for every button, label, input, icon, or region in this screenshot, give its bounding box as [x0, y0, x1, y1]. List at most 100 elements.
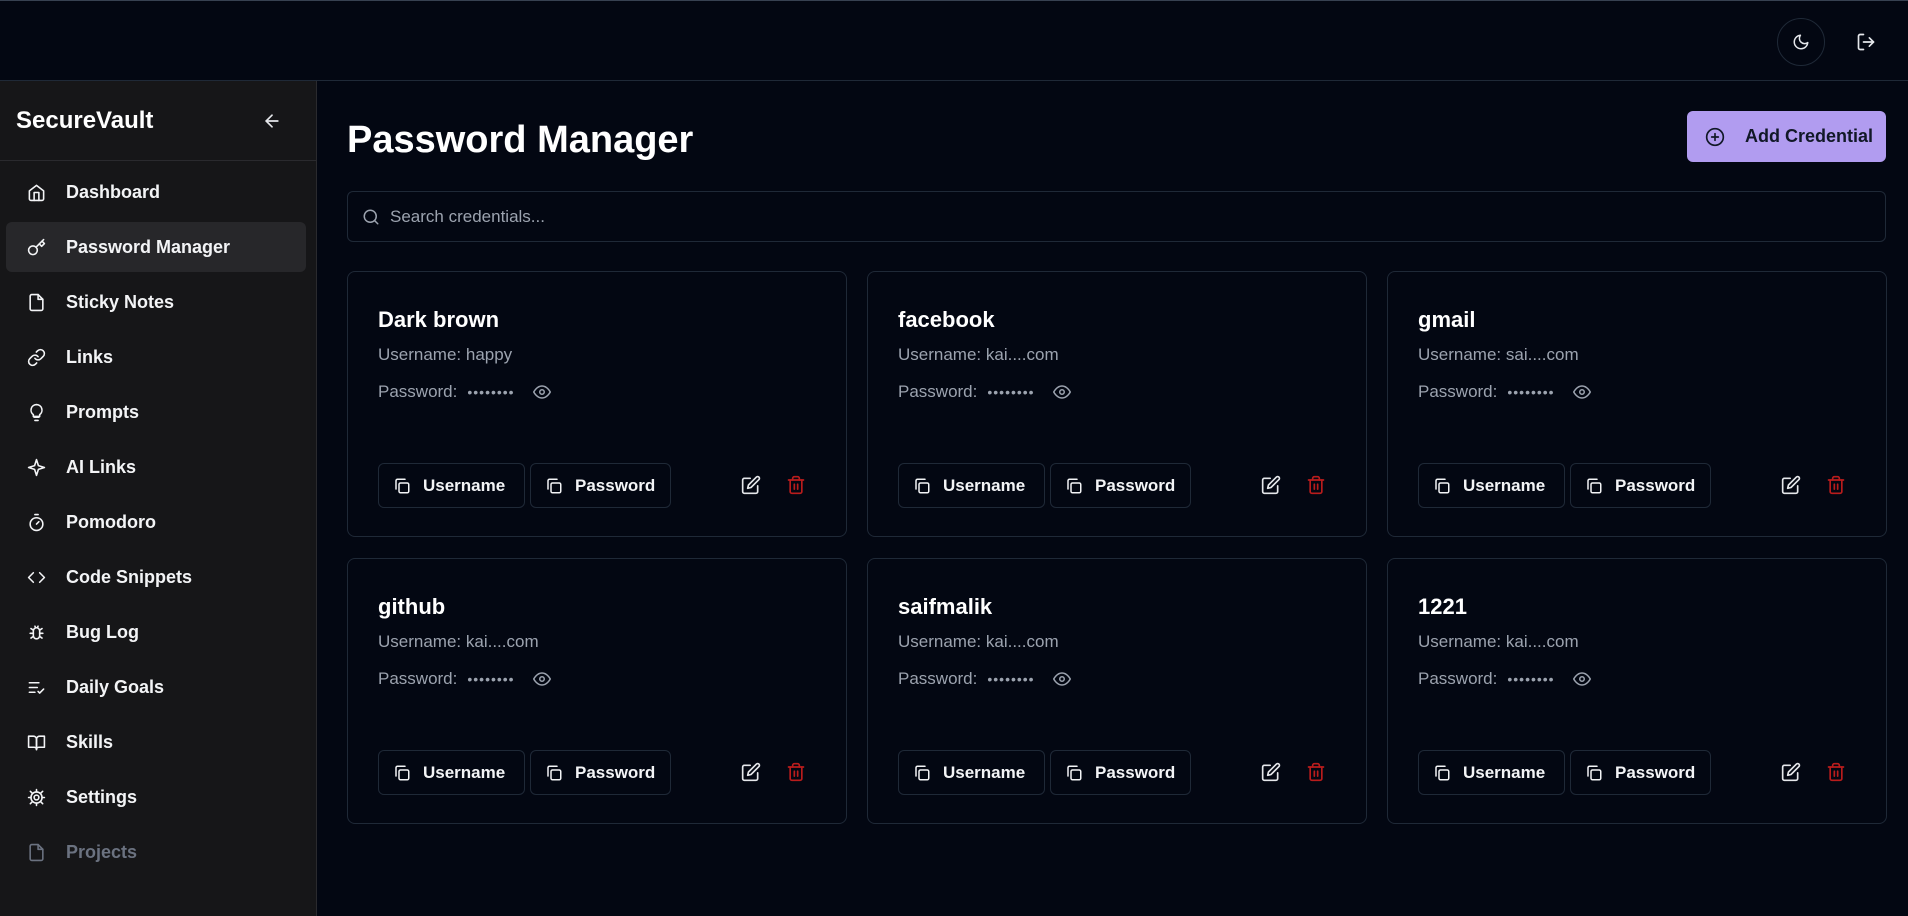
sidebar-item-pomodoro[interactable]: Pomodoro: [6, 497, 306, 547]
copy-buttons: Username Password: [1418, 463, 1716, 508]
credential-title: 1221: [1418, 594, 1467, 619]
copy-password-button[interactable]: Password: [530, 463, 671, 508]
sidebar-item-code-snippets[interactable]: Code Snippets: [6, 552, 306, 602]
sparkle-icon: [26, 457, 46, 477]
add-credential-button[interactable]: Add Credential: [1687, 111, 1886, 162]
sidebar-item-label: Password Manager: [66, 236, 231, 257]
credential-password-row: Password: ••••••••: [378, 669, 551, 689]
trash-icon[interactable]: [1826, 475, 1848, 497]
eye-icon[interactable]: [532, 383, 551, 401]
sidebar-item-sticky-notes[interactable]: Sticky Notes: [6, 277, 306, 327]
bug-icon: [26, 622, 46, 642]
sidebar-item-label: Bug Log: [66, 621, 139, 642]
sidebar-item-password-manager[interactable]: Password Manager: [6, 222, 306, 272]
theme-toggle-button[interactable]: [1777, 18, 1825, 66]
code-icon: [26, 567, 46, 587]
copy-icon: [913, 764, 931, 782]
sidebar-item-label: Links: [66, 346, 114, 367]
edit-icon[interactable]: [741, 762, 763, 784]
trash-icon[interactable]: [1306, 475, 1328, 497]
copy-icon: [1585, 477, 1603, 495]
copy-password-button[interactable]: Password: [1050, 750, 1191, 795]
copy-password-label: Password: [575, 762, 656, 782]
trash-icon[interactable]: [1306, 762, 1328, 784]
sidebar-item-label: Skills: [66, 731, 114, 752]
copy-password-label: Password: [1615, 762, 1696, 782]
copy-icon: [1065, 477, 1083, 495]
add-credential-label: Add Credential: [1745, 126, 1874, 146]
home-icon: [26, 182, 46, 202]
sidebar-item-links[interactable]: Links: [6, 332, 306, 382]
eye-icon[interactable]: [1052, 383, 1071, 401]
sidebar-item-daily-goals[interactable]: Daily Goals: [6, 662, 306, 712]
search-icon: [362, 208, 380, 226]
page-title: Password Manager: [347, 119, 694, 161]
sidebar-item-prompts[interactable]: Prompts: [6, 387, 306, 437]
copy-icon: [545, 764, 563, 782]
copy-username-label: Username: [1463, 475, 1546, 495]
copy-password-button[interactable]: Password: [1050, 463, 1191, 508]
sidebar-item-ai-links[interactable]: AI Links: [6, 442, 306, 492]
edit-icon[interactable]: [1261, 762, 1283, 784]
copy-username-button[interactable]: Username: [898, 750, 1045, 795]
sidebar-item-bug-log[interactable]: Bug Log: [6, 607, 306, 657]
credential-username: Username: sai....com: [1418, 345, 1579, 364]
logout-icon: [1856, 32, 1876, 52]
edit-icon[interactable]: [1781, 475, 1803, 497]
copy-icon: [1585, 764, 1603, 782]
credential-card: saifmalik Username: kai....com Password:…: [867, 558, 1367, 824]
brand-title: SecureVault: [16, 106, 154, 134]
copy-password-button[interactable]: Password: [1570, 463, 1711, 508]
credential-username: Username: happy: [378, 345, 513, 364]
sidebar-item-projects[interactable]: Projects: [6, 827, 306, 877]
logout-button[interactable]: [1849, 25, 1883, 59]
key-icon: [26, 237, 46, 257]
book-icon: [26, 732, 46, 752]
copy-username-button[interactable]: Username: [378, 750, 525, 795]
lightbulb-icon: [26, 402, 46, 422]
copy-password-button[interactable]: Password: [530, 750, 671, 795]
edit-icon[interactable]: [1261, 475, 1283, 497]
copy-username-button[interactable]: Username: [378, 463, 525, 508]
copy-buttons: Username Password: [1418, 750, 1716, 795]
sidebar-item-dashboard[interactable]: Dashboard: [6, 167, 306, 217]
copy-username-button[interactable]: Username: [898, 463, 1045, 508]
credential-password-row: Password: ••••••••: [378, 382, 551, 402]
credential-title: facebook: [898, 307, 995, 332]
password-mask: ••••••••: [467, 671, 515, 687]
copy-username-button[interactable]: Username: [1418, 463, 1565, 508]
search-input[interactable]: [390, 206, 1870, 227]
eye-icon[interactable]: [1052, 670, 1071, 688]
trash-icon[interactable]: [786, 762, 808, 784]
sidebar-item-skills[interactable]: Skills: [6, 717, 306, 767]
sidebar-item-label: Pomodoro: [66, 511, 156, 532]
copy-password-label: Password: [1095, 475, 1176, 495]
credential-password-row: Password: ••••••••: [898, 382, 1071, 402]
eye-icon[interactable]: [532, 670, 551, 688]
sidebar-item-label: Sticky Notes: [66, 291, 175, 312]
copy-icon: [1433, 764, 1451, 782]
copy-username-button[interactable]: Username: [1418, 750, 1565, 795]
credentials-grid: Dark brown Username: happy Password: •••…: [347, 271, 1887, 824]
collapse-sidebar-button[interactable]: [262, 111, 282, 131]
eye-icon[interactable]: [1572, 670, 1591, 688]
eye-icon[interactable]: [1572, 383, 1591, 401]
trash-icon[interactable]: [786, 475, 808, 497]
credential-card: 1221 Username: kai....com Password: ••••…: [1387, 558, 1887, 824]
edit-icon[interactable]: [1781, 762, 1803, 784]
gear-icon: [26, 787, 46, 807]
edit-icon[interactable]: [741, 475, 763, 497]
password-label: Password:: [898, 382, 978, 401]
main-content: Password Manager Add Credential Dark bro…: [318, 81, 1908, 916]
copy-icon: [913, 477, 931, 495]
credential-username: Username: kai....com: [898, 345, 1059, 364]
sidebar-item-settings[interactable]: Settings: [6, 772, 306, 822]
trash-icon[interactable]: [1826, 762, 1848, 784]
credential-username: Username: kai....com: [898, 632, 1059, 651]
copy-buttons: Username Password: [378, 750, 676, 795]
sidebar-item-label: Daily Goals: [66, 676, 165, 697]
copy-password-button[interactable]: Password: [1570, 750, 1711, 795]
link-icon: [26, 347, 46, 367]
credential-card: Dark brown Username: happy Password: •••…: [347, 271, 847, 537]
sidebar-item-label: Settings: [66, 786, 138, 807]
